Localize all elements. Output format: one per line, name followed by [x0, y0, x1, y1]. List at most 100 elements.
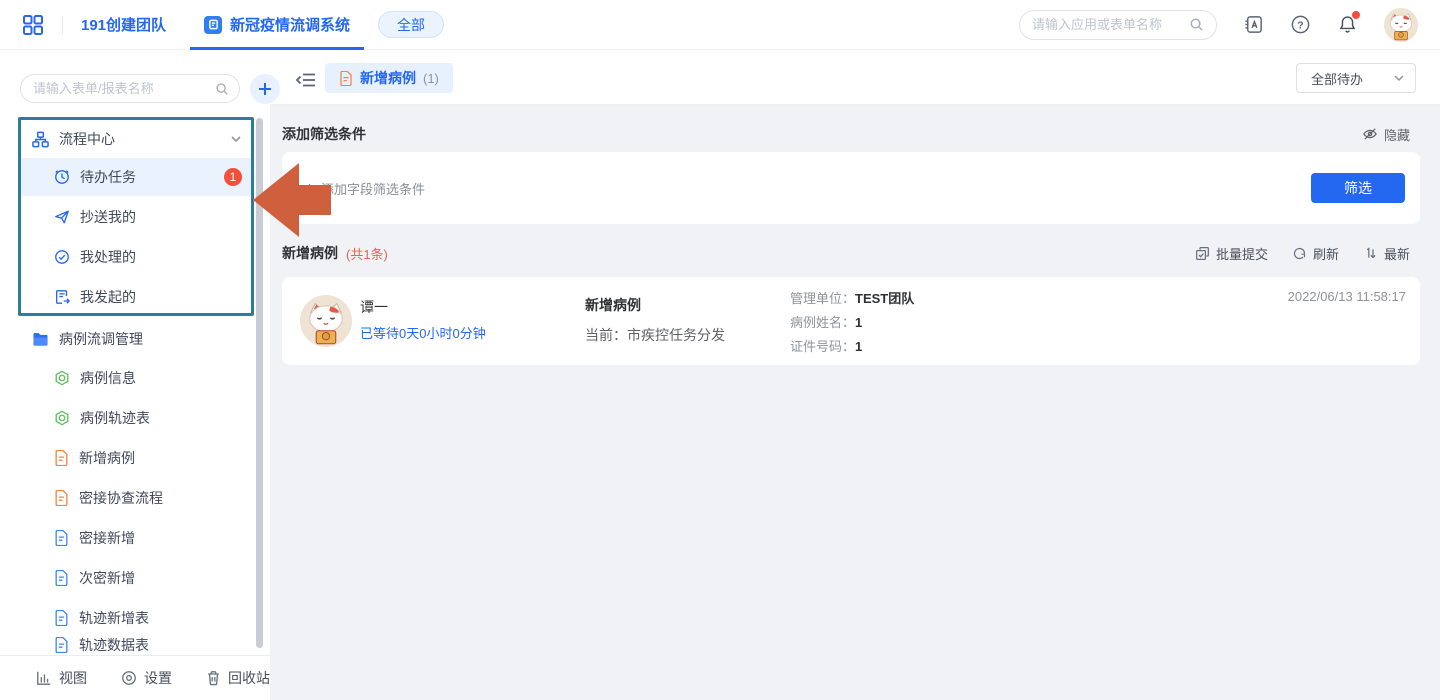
notification-dot — [1352, 11, 1360, 19]
sidebar-folder-case-management[interactable]: 病例流调管理 — [20, 320, 252, 358]
record-timestamp: 2022/06/13 11:58:17 — [1288, 289, 1406, 304]
refresh-icon — [1292, 246, 1307, 261]
todo-count-badge: 1 — [224, 168, 242, 186]
form-item-label: 病例轨迹表 — [80, 408, 242, 428]
record-initiator-name: 谭一 — [360, 297, 388, 317]
views-label: 视图 — [59, 668, 87, 688]
sort-icon — [1363, 246, 1378, 261]
form-item-label: 病例信息 — [80, 368, 242, 388]
flow-form-icon — [54, 370, 70, 386]
record-field: 证件号码： 1 — [790, 335, 914, 358]
field-value: 1 — [855, 335, 862, 358]
form-item-label: 新增病例 — [79, 448, 242, 468]
field-value: TEST团队 — [855, 287, 914, 310]
filter-section-title: 添加筛选条件 — [282, 124, 366, 144]
tab-new-case[interactable]: 新增病例 (1) — [325, 63, 453, 93]
tab-label: 新增病例 — [360, 68, 416, 88]
active-tab-underline — [190, 47, 364, 50]
doc-icon-blue — [54, 610, 69, 626]
hide-filter-toggle[interactable]: 隐藏 — [1362, 125, 1410, 144]
sidebar-item-secondary-contact-new[interactable]: 次密新增 — [20, 559, 252, 597]
list-section-title: 新增病例 — [282, 243, 338, 263]
menu-item-label: 我处理的 — [80, 247, 242, 267]
bell-icon[interactable] — [1337, 14, 1358, 35]
global-search-input[interactable] — [1032, 17, 1183, 32]
batch-submit-button[interactable]: 批量提交 — [1195, 244, 1268, 263]
address-book-icon[interactable] — [1243, 14, 1264, 35]
form-item-label: 密接协查流程 — [79, 488, 242, 508]
record-current-node: 当前：市疾控任务分发 — [585, 325, 725, 345]
list-count: (共1条) — [346, 244, 388, 263]
refresh-button[interactable]: 刷新 — [1292, 244, 1339, 263]
sidebar-item-partial[interactable]: 轨迹数据表 — [20, 626, 252, 655]
form-item-label: 轨迹新增表 — [79, 608, 242, 628]
batch-submit-icon — [1195, 246, 1210, 261]
sidebar-item-case-info[interactable]: 病例信息 — [20, 359, 252, 397]
chevron-down-icon — [1393, 72, 1405, 84]
record-flow-name: 新增病例 — [585, 295, 641, 315]
scope-all-label: 全部 — [397, 15, 425, 35]
help-icon[interactable]: ? — [1290, 14, 1311, 35]
folder-label: 病例流调管理 — [59, 329, 242, 349]
sidebar-item-new-case[interactable]: 新增病例 — [20, 439, 252, 477]
app-tab-icon — [204, 16, 222, 34]
record-field: 病例姓名： 1 — [790, 311, 914, 334]
recycle-bin-button[interactable]: 回收站 — [206, 668, 270, 688]
form-item-label: 轨迹数据表 — [79, 635, 242, 655]
sidebar-item-cc-to-me[interactable]: 抄送我的 — [20, 198, 252, 236]
apps-grid-icon[interactable] — [22, 14, 44, 36]
doc-icon-blue — [54, 530, 69, 546]
sidebar-group-process-center[interactable]: 流程中心 — [20, 120, 252, 158]
field-label: 病例姓名： — [790, 311, 855, 334]
app-tab-label: 新冠疫情流调系统 — [230, 14, 350, 35]
collapse-sidebar-icon[interactable] — [296, 72, 316, 88]
trash-icon — [206, 670, 221, 686]
app-tab[interactable]: 新冠疫情流调系统 — [204, 0, 350, 50]
scope-all-pill[interactable]: 全部 — [378, 11, 444, 38]
todo-record-row[interactable]: 谭一 已等待0天0小时0分钟 新增病例 当前：市疾控任务分发 管理单位： TES… — [282, 277, 1420, 365]
filter-panel: 添加字段筛选条件 筛选 — [282, 152, 1420, 224]
doc-icon-orange — [54, 490, 69, 506]
sidebar-item-handled-by-me[interactable]: 我处理的 — [20, 238, 252, 276]
app-root: 191创建团队 新冠疫情流调系统 全部 — [0, 0, 1440, 700]
sort-latest-button[interactable]: 最新 — [1363, 244, 1410, 263]
sidebar-item-close-contact-flow[interactable]: 密接协查流程 — [20, 479, 252, 517]
sidebar-item-case-track-table[interactable]: 病例轨迹表 — [20, 399, 252, 437]
gear-icon — [121, 670, 137, 686]
chart-icon — [36, 670, 52, 686]
sidebar-item-close-contact-new[interactable]: 密接新增 — [20, 519, 252, 557]
add-condition-label: 添加字段筛选条件 — [321, 179, 425, 198]
add-form-button[interactable] — [250, 74, 280, 104]
menu-item-label: 待办任务 — [80, 167, 214, 187]
menu-item-label: 抄送我的 — [80, 207, 242, 227]
sidebar-footer: 视图 设置 回收站 — [0, 655, 270, 700]
settings-label: 设置 — [144, 668, 172, 688]
group-label: 流程中心 — [59, 129, 220, 149]
search-icon[interactable] — [215, 82, 229, 96]
user-avatar[interactable] — [1384, 8, 1418, 42]
check-circle-icon — [54, 249, 70, 265]
refresh-label: 刷新 — [1313, 244, 1339, 263]
todo-filter-select[interactable]: 全部待办 — [1296, 63, 1416, 93]
sidebar-item-todo-tasks[interactable]: 待办任务 1 — [20, 158, 252, 196]
plus-icon — [304, 183, 315, 194]
field-label: 管理单位： — [790, 287, 855, 310]
sidebar-scrollbar[interactable] — [256, 118, 263, 648]
search-icon[interactable] — [1189, 17, 1204, 32]
views-button[interactable]: 视图 — [36, 668, 87, 688]
global-search — [1019, 10, 1217, 40]
settings-button[interactable]: 设置 — [121, 668, 172, 688]
sidebar-search-input[interactable] — [33, 81, 209, 96]
tab-count: (1) — [423, 71, 439, 86]
sidebar-item-initiated-by-me[interactable]: 我发起的 — [20, 278, 252, 316]
add-filter-condition[interactable]: 添加字段筛选条件 — [304, 152, 425, 224]
filter-button[interactable]: 筛选 — [1311, 173, 1405, 203]
hide-label: 隐藏 — [1384, 125, 1410, 144]
send-icon — [54, 209, 70, 225]
record-field: 管理单位： TEST团队 — [790, 287, 914, 310]
recycle-bin-label: 回收站 — [228, 668, 270, 688]
flow-form-icon — [54, 410, 70, 426]
sort-latest-label: 最新 — [1384, 244, 1410, 263]
team-name[interactable]: 191创建团队 — [81, 14, 166, 35]
eye-off-icon — [1362, 127, 1378, 141]
